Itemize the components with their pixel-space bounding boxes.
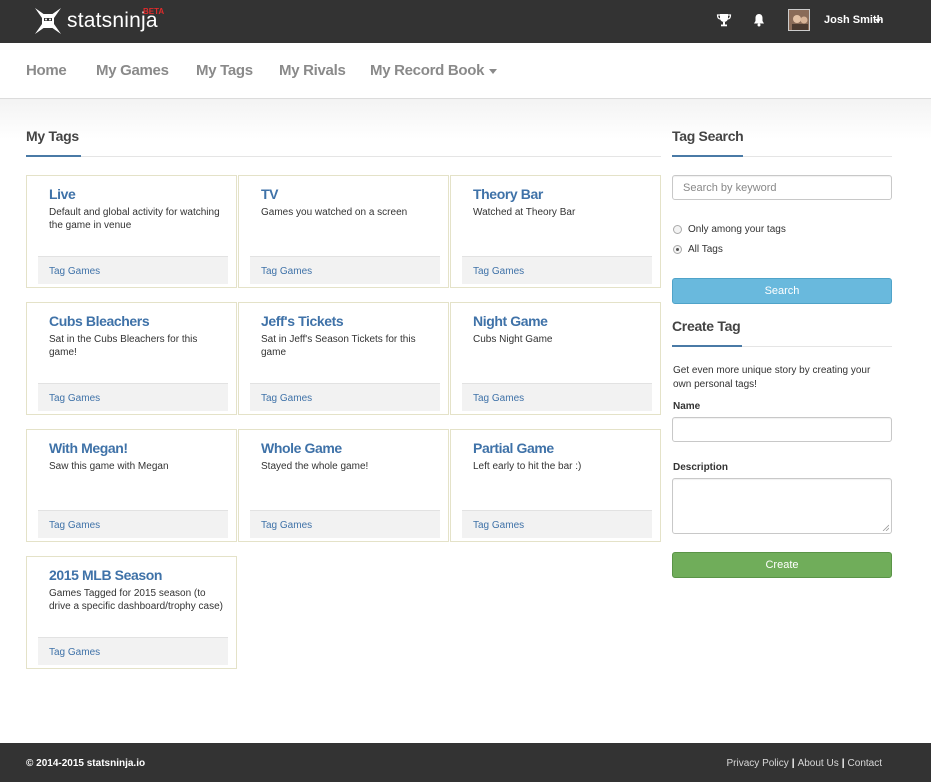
tag-card-partial-game: Partial Game Left early to hit the bar :… [450,429,661,542]
copyright: © 2014-2015 statsninja.io [26,758,146,769]
tag-card-2015-mlb-season: 2015 MLB Season Games Tagged for 2015 se… [26,556,237,669]
tag-card-tv: TV Games you watched on a screen Tag Gam… [238,175,449,288]
tag-description: Stayed the whole game! [261,461,369,472]
tag-card-cubs-bleachers: Cubs Bleachers Sat in the Cubs Bleachers… [26,302,237,415]
tag-games-link[interactable]: Tag Games [49,266,100,277]
trophy-icon[interactable] [716,12,732,28]
radio-label: All Tags [688,244,723,255]
tag-card-footer: Tag Games [250,510,440,538]
tag-games-link[interactable]: Tag Games [261,266,312,277]
name-field[interactable] [672,417,892,442]
name-label: Name [673,401,701,412]
main-nav: Home My Games My Tags My Rivals My Recor… [0,43,931,99]
brand-logo[interactable]: statsninja BETA [34,6,164,36]
tag-games-link[interactable]: Tag Games [261,520,312,531]
divider [26,156,661,157]
search-button[interactable]: Search [672,278,892,304]
footer: © 2014-2015 statsninja.io Privacy Policy… [0,743,931,782]
tag-card-theory-bar: Theory Bar Watched at Theory Bar Tag Gam… [450,175,661,288]
tag-title[interactable]: TV [261,186,278,202]
tag-card-footer: Tag Games [250,383,440,411]
chevron-down-icon [489,68,498,74]
nav-my-tags[interactable]: My Tags [196,62,253,79]
tag-card-night-game: Night Game Cubs Night Game Tag Games [450,302,661,415]
nav-home[interactable]: Home [26,62,67,79]
create-tag-intro: Get even more unique story by creating y… [673,365,871,390]
bell-icon[interactable] [751,12,767,28]
tag-card-footer: Tag Games [462,383,652,411]
radio-only-own-tags[interactable]: Only among your tags [673,224,786,235]
description-field[interactable] [672,478,892,534]
tag-description: Games Tagged for 2015 season (to drive a… [49,588,223,612]
tag-title[interactable]: With Megan! [49,440,128,456]
radio-button[interactable] [673,225,682,234]
tag-title[interactable]: Live [49,186,76,202]
title-accent [672,155,743,157]
tag-description: Watched at Theory Bar [473,207,576,218]
nav-my-record-book-label: My Record Book [370,62,485,79]
tag-card-live: Live Default and global activity for wat… [26,175,237,288]
avatar[interactable] [788,9,810,31]
tag-card-footer: Tag Games [38,383,228,411]
header-shadow [0,99,931,139]
top-bar: statsninja BETA Josh Smith [0,0,931,43]
search-input[interactable]: Search by keyword [672,175,892,200]
nav-my-record-book[interactable]: My Record Book [370,62,498,79]
search-placeholder: Search by keyword [683,182,777,194]
tag-games-link[interactable]: Tag Games [261,393,312,404]
title-accent [26,155,81,157]
tag-card-whole-game: Whole Game Stayed the whole game! Tag Ga… [238,429,449,542]
radio-all-tags[interactable]: All Tags [673,244,723,255]
tag-title[interactable]: Partial Game [473,440,554,456]
tag-description: Saw this game with Megan [49,461,169,472]
separator: | [841,758,845,769]
create-tag-title: Create Tag [672,318,741,334]
tag-description: Left early to hit the bar :) [473,461,582,472]
tag-card-footer: Tag Games [462,256,652,284]
tag-card-footer: Tag Games [38,637,228,665]
tag-search-title: Tag Search [672,128,744,144]
footer-links: Privacy Policy | About Us | Contact [727,758,882,769]
radio-button-selected[interactable] [673,245,682,254]
tag-description: Sat in Jeff's Season Tickets for this ga… [261,334,416,358]
tag-games-link[interactable]: Tag Games [49,647,100,658]
page-title: My Tags [26,128,79,144]
chevron-down-icon[interactable] [875,19,881,23]
separator: | [791,758,795,769]
about-us-link[interactable]: About Us [798,758,839,769]
tag-description: Cubs Night Game [473,334,553,345]
tag-title[interactable]: Whole Game [261,440,342,456]
tag-card-footer: Tag Games [38,256,228,284]
tag-description: Sat in the Cubs Bleachers for this game! [49,334,198,358]
radio-label: Only among your tags [688,224,786,235]
tag-title[interactable]: 2015 MLB Season [49,567,162,583]
create-button[interactable]: Create [672,552,892,578]
privacy-policy-link[interactable]: Privacy Policy [727,758,789,769]
beta-badge: BETA [143,7,165,16]
tag-description: Default and global activity for watching… [49,207,220,231]
tag-title[interactable]: Night Game [473,313,548,329]
ninja-logo-icon [34,7,62,35]
nav-my-games[interactable]: My Games [96,62,169,79]
tag-title[interactable]: Theory Bar [473,186,543,202]
tag-games-link[interactable]: Tag Games [473,266,524,277]
description-label: Description [673,462,729,473]
tag-description: Games you watched on a screen [261,207,408,218]
tag-games-link[interactable]: Tag Games [473,520,524,531]
nav-my-rivals[interactable]: My Rivals [279,62,346,79]
tag-games-link[interactable]: Tag Games [49,520,100,531]
tag-title[interactable]: Jeff's Tickets [261,313,344,329]
tag-card-footer: Tag Games [462,510,652,538]
tag-card-footer: Tag Games [250,256,440,284]
title-accent [672,345,742,347]
tag-card-jeffs-tickets: Jeff's Tickets Sat in Jeff's Season Tick… [238,302,449,415]
tag-games-link[interactable]: Tag Games [473,393,524,404]
tag-games-link[interactable]: Tag Games [49,393,100,404]
tag-card-footer: Tag Games [38,510,228,538]
resize-grip-icon[interactable] [882,524,889,531]
tag-card-with-megan: With Megan! Saw this game with Megan Tag… [26,429,237,542]
tag-title[interactable]: Cubs Bleachers [49,313,150,329]
contact-link[interactable]: Contact [848,758,882,769]
